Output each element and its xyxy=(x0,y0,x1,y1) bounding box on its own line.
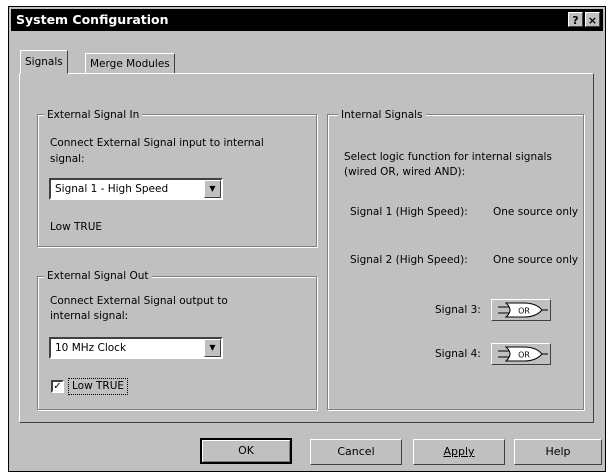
signal4-logic-button[interactable]: OR xyxy=(491,343,551,365)
internal-signals-title: Internal Signals xyxy=(338,109,426,121)
signal1-label: Signal 1 (High Speed): xyxy=(350,206,468,218)
apply-button[interactable]: Apply xyxy=(413,439,505,465)
external-in-description-line2: signal: xyxy=(50,153,85,165)
tab-signals[interactable]: Signals xyxy=(20,50,68,74)
external-signal-out-title: External Signal Out xyxy=(44,270,152,282)
internal-description-line2: (wired OR, wired AND): xyxy=(344,166,466,178)
help-button[interactable]: Help xyxy=(514,439,602,465)
cancel-button[interactable]: Cancel xyxy=(310,439,402,465)
checkmark-icon: ✓ xyxy=(53,381,62,392)
tab-merge-modules[interactable]: Merge Modules xyxy=(85,53,175,74)
external-out-description-line1: Connect External Signal output to xyxy=(50,295,228,307)
close-icon: × xyxy=(587,14,598,27)
cancel-button-label: Cancel xyxy=(337,445,375,458)
signal4-label: Signal 4: xyxy=(435,348,481,360)
help-title-button[interactable]: ? xyxy=(568,12,583,27)
signals-tab-panel: External Signal In Connect External Sign… xyxy=(19,73,594,423)
ok-button-label: OK xyxy=(238,444,254,457)
tab-merge-modules-label: Merge Modules xyxy=(90,58,170,70)
low-true-checkbox[interactable]: ✓ xyxy=(51,380,64,393)
chevron-down-icon[interactable]: ▼ xyxy=(204,339,221,357)
signal2-value: One source only xyxy=(493,254,579,266)
external-in-polarity-label: Low TRUE xyxy=(50,221,103,233)
window-title: System Configuration xyxy=(16,12,169,27)
or-gate-icon: OR xyxy=(498,346,548,362)
tab-signals-label: Signals xyxy=(25,56,63,68)
ok-button[interactable]: OK xyxy=(200,438,292,464)
external-out-signal-select[interactable]: 10 MHz Clock ▼ xyxy=(49,337,223,359)
close-button[interactable]: × xyxy=(585,12,600,27)
apply-button-label: Apply xyxy=(443,445,475,458)
external-out-description-line2: internal signal: xyxy=(50,310,129,322)
chevron-down-icon[interactable]: ▼ xyxy=(204,180,221,198)
external-out-selected-value: 10 MHz Clock xyxy=(55,342,127,354)
or-gate-icon: OR xyxy=(498,302,548,318)
svg-text:OR: OR xyxy=(518,351,530,360)
low-true-checkbox-label[interactable]: Low TRUE xyxy=(68,378,129,395)
signal2-label: Signal 2 (High Speed): xyxy=(350,254,468,266)
signal3-label: Signal 3: xyxy=(435,304,481,316)
title-bar: System Configuration ? × xyxy=(11,9,603,31)
svg-text:OR: OR xyxy=(518,307,530,316)
help-question-icon: ? xyxy=(572,14,579,27)
signal1-value: One source only xyxy=(493,206,579,218)
external-in-selected-value: Signal 1 - High Speed xyxy=(55,183,169,195)
internal-description-line1: Select logic function for internal signa… xyxy=(344,151,552,163)
external-signal-in-title: External Signal In xyxy=(44,109,143,121)
signal3-logic-button[interactable]: OR xyxy=(491,299,551,321)
system-configuration-dialog: System Configuration ? × Signals Merge M… xyxy=(8,6,606,472)
help-button-label: Help xyxy=(545,445,571,458)
external-in-description-line1: Connect External Signal input to interna… xyxy=(50,137,264,149)
external-in-signal-select[interactable]: Signal 1 - High Speed ▼ xyxy=(49,178,223,200)
